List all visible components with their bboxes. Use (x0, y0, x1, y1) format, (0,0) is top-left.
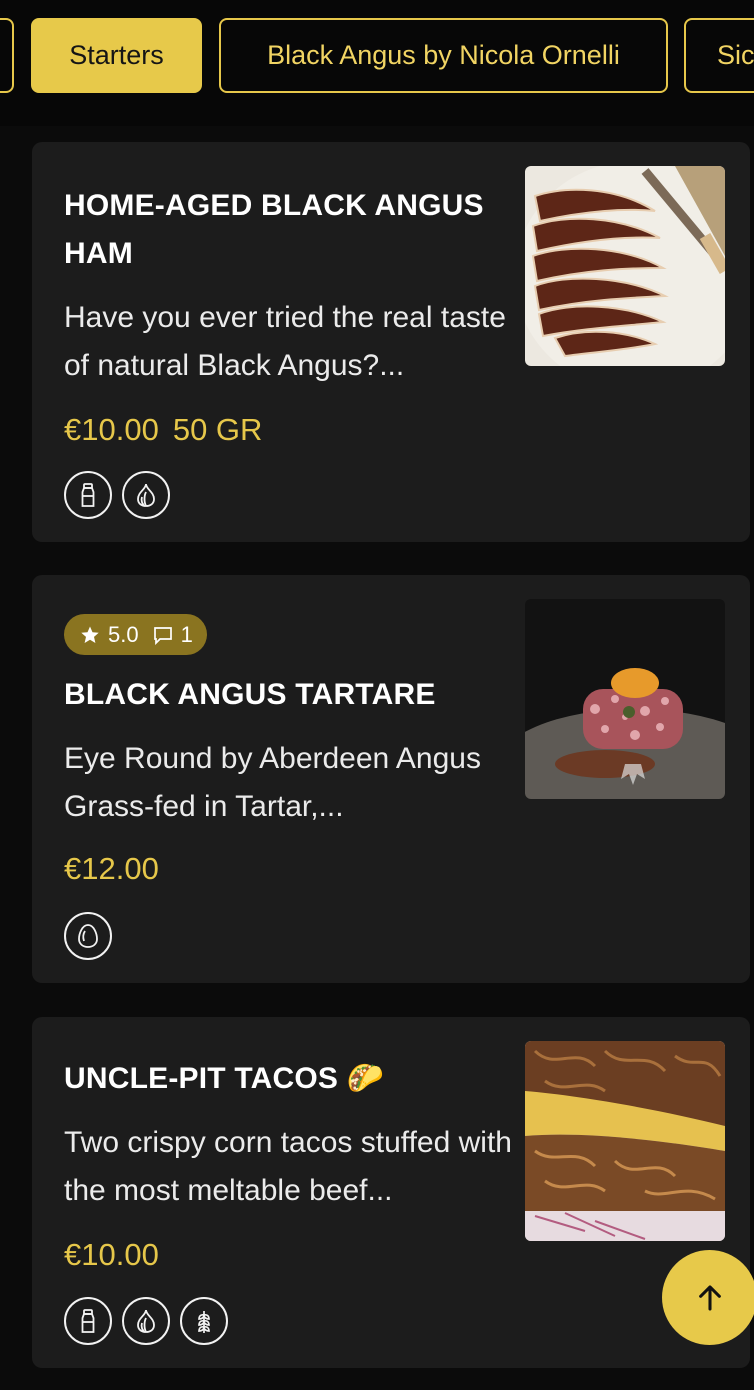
category-tabs: Starters Black Angus by Nicola Ornelli S… (0, 0, 754, 126)
scroll-to-top-button[interactable] (662, 1250, 754, 1345)
item-price: €12.00 (64, 851, 159, 887)
bottle-icon (64, 471, 112, 519)
wheat-icon (180, 1297, 228, 1345)
item-description: Eye Round by Aberdeen Angus Grass-fed in… (64, 742, 481, 823)
item-price: €10.00 50 GR (64, 412, 262, 448)
item-title: BLACK ANGUS TARTARE (64, 678, 436, 711)
allergen-icons (64, 471, 170, 519)
allergen-icons (64, 1297, 228, 1345)
tab-starters[interactable]: Starters (31, 18, 202, 93)
item-price: €10.00 (64, 1237, 159, 1273)
item-price-value: €12.00 (64, 851, 159, 886)
bottle-icon (64, 1297, 112, 1345)
tab-previous[interactable] (0, 18, 14, 93)
item-price-value: €10.00 (64, 1237, 159, 1272)
rating-value: 5.0 (108, 621, 139, 647)
item-title: UNCLE-PIT TACOS 🌮 (64, 1062, 385, 1095)
item-description: Have you ever tried the real taste of na… (64, 301, 506, 382)
item-photo-tacos (525, 1041, 725, 1241)
item-photo-ham (525, 166, 725, 366)
rating-badge: 5.0 1 (64, 614, 207, 655)
menu-item-card[interactable]: HOME-AGED BLACK ANGUS HAM Have you ever … (32, 142, 750, 542)
garlic-icon (122, 471, 170, 519)
egg-icon (64, 912, 112, 960)
item-photo-tartare (525, 599, 725, 799)
tab-black-angus[interactable]: Black Angus by Nicola Ornelli (219, 18, 668, 93)
item-description: Two crispy corn tacos stuffed with the m… (64, 1126, 512, 1207)
review-count: 1 (180, 621, 193, 647)
menu-item-card[interactable]: 5.0 1 BLACK ANGUS TARTARE Eye Round by A… (32, 575, 750, 983)
item-price-value: €10.00 (64, 412, 159, 447)
comment-icon (153, 626, 172, 645)
menu-item-card[interactable]: UNCLE-PIT TACOS 🌮 Two crispy corn tacos … (32, 1017, 750, 1368)
arrow-up-icon (698, 1284, 721, 1311)
item-weight: 50 GR (172, 412, 263, 447)
garlic-icon (122, 1297, 170, 1345)
tab-sides[interactable]: Sic (684, 18, 754, 93)
star-icon (81, 626, 99, 643)
item-title: HOME-AGED BLACK ANGUS HAM (64, 189, 484, 270)
allergen-icons (64, 912, 112, 960)
